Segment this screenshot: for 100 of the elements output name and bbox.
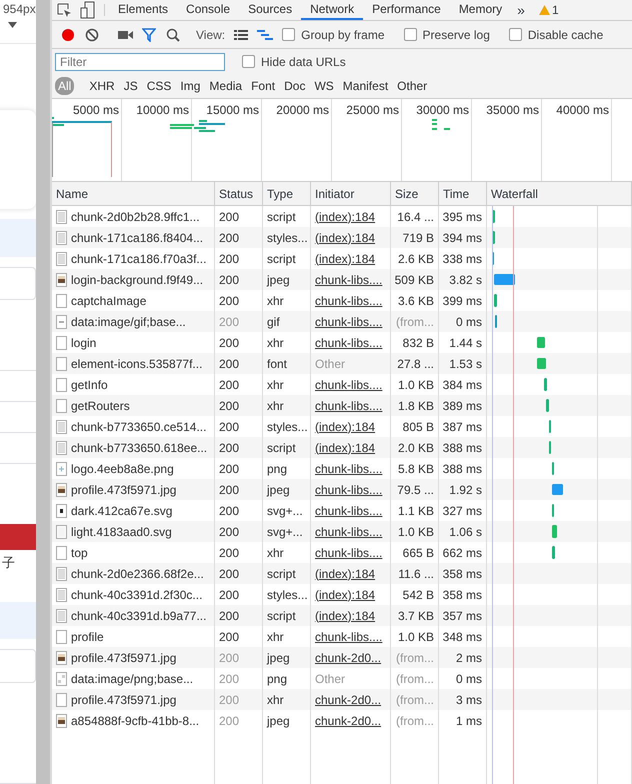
column-header[interactable]: Initiator <box>311 182 391 205</box>
request-name[interactable]: chunk-b7733650.618ee... <box>71 440 208 454</box>
image-icon <box>56 272 67 286</box>
request-name[interactable]: chunk-40c3391d.b9a77... <box>71 608 206 622</box>
panel-tab[interactable]: Memory <box>450 0 512 20</box>
column-header[interactable]: Type <box>263 182 311 205</box>
initiator-link[interactable]: chunk-libs.... <box>315 630 382 644</box>
initiator-link[interactable]: (index):184 <box>315 210 376 224</box>
size-text: 2.6 KB <box>398 252 434 266</box>
checkbox[interactable]: Disable cache <box>504 28 608 42</box>
checkbox[interactable]: Group by frame <box>277 28 390 42</box>
request-name[interactable]: getInfo <box>71 378 108 392</box>
caret-icon[interactable] <box>8 22 17 28</box>
more-tabs-button[interactable]: » <box>511 0 531 20</box>
type-filter[interactable]: Manifest <box>340 77 392 95</box>
initiator-link[interactable]: (index):184 <box>315 588 376 602</box>
waterfall-bar <box>494 294 497 307</box>
checkbox[interactable]: Hide data URLs <box>237 54 351 68</box>
request-name[interactable]: element-icons.535877f... <box>71 356 202 370</box>
request-name[interactable]: profile.473f5971.jpg <box>71 650 176 664</box>
input-field[interactable] <box>0 649 36 683</box>
initiator-link[interactable]: chunk-libs.... <box>315 378 382 392</box>
request-name[interactable]: data:image/gif;base... <box>71 314 186 328</box>
request-name[interactable]: chunk-2d0e2366.68f2e... <box>71 566 204 580</box>
request-name[interactable]: chunk-171ca186.f70a3f... <box>71 252 206 266</box>
type-filter[interactable]: Font <box>248 77 278 95</box>
initiator-link[interactable]: chunk-libs.... <box>315 272 382 286</box>
page-text: 子 <box>2 554 16 572</box>
time-text: 3.82 s <box>449 272 482 286</box>
size-text: 27.8 ... <box>397 356 434 370</box>
type-filter[interactable]: XHR <box>86 77 118 95</box>
initiator-link[interactable]: chunk-2d0... <box>315 714 382 728</box>
request-name[interactable]: captchaImage <box>71 294 146 308</box>
request-name[interactable]: a854888f-9cfb-41bb-8... <box>71 714 200 728</box>
time-text: 327 ms <box>442 504 482 518</box>
time-text: 395 ms <box>442 210 482 224</box>
initiator-link[interactable]: chunk-libs.... <box>315 504 382 518</box>
request-name[interactable]: profile <box>71 630 104 644</box>
initiator-link[interactable]: (index):184 <box>315 608 376 622</box>
initiator-link[interactable]: chunk-libs.... <box>315 314 382 328</box>
document-icon <box>56 608 67 622</box>
initiator-link[interactable]: (index):184 <box>315 230 376 244</box>
initiator-link[interactable]: chunk-2d0... <box>315 692 382 706</box>
warning-counter[interactable]: 1 <box>530 0 559 20</box>
filter-field[interactable]: Filter <box>55 52 225 70</box>
checkbox[interactable]: Preserve log <box>398 28 495 42</box>
column-header[interactable]: Size <box>391 182 439 205</box>
type-filter[interactable]: JS <box>120 77 141 95</box>
initiator-link[interactable]: chunk-libs.... <box>315 294 382 308</box>
type-filter[interactable]: Img <box>177 77 204 95</box>
size-text: 1.8 KB <box>398 398 434 412</box>
waterfall-bar <box>546 399 549 412</box>
request-name[interactable]: profile.473f5971.jpg <box>71 482 176 496</box>
type-filter[interactable]: Media <box>206 77 246 95</box>
initiator-link[interactable]: chunk-libs.... <box>315 524 382 538</box>
type-filter[interactable]: Doc <box>281 77 308 95</box>
initiator-link[interactable]: chunk-2d0... <box>315 650 382 664</box>
size-text: 1.0 KB <box>398 630 434 644</box>
request-name[interactable]: login <box>71 336 96 350</box>
initiator-link[interactable]: (index):184 <box>315 420 376 434</box>
time-text: 1.44 s <box>449 336 482 350</box>
initiator-link[interactable]: (index):184 <box>315 566 376 580</box>
initiator-link[interactable]: (index):184 <box>315 440 376 454</box>
column-header[interactable]: Status <box>215 182 263 205</box>
request-name[interactable]: chunk-40c3391d.2f30c... <box>71 588 202 602</box>
request-name[interactable]: chunk-2d0b2b28.9ffc1... <box>71 210 200 224</box>
request-name[interactable]: logo.4eeb8a8e.png <box>71 462 174 476</box>
panel-tab[interactable]: Console <box>177 0 240 20</box>
request-name[interactable]: chunk-171ca186.f8404... <box>71 230 204 244</box>
input-field[interactable] <box>0 266 36 300</box>
scrollbar[interactable] <box>36 0 52 784</box>
initiator-link[interactable]: chunk-libs.... <box>315 546 382 560</box>
request-name[interactable]: chunk-b7733650.ce514... <box>71 420 206 434</box>
type-filter[interactable]: WS <box>311 77 337 95</box>
panel-tab[interactable]: Sources <box>239 0 302 20</box>
type-filter[interactable]: CSS <box>144 77 174 95</box>
panel-tab[interactable]: Performance <box>363 0 450 20</box>
initiator-link[interactable]: chunk-libs.... <box>315 482 382 496</box>
resource-type: png <box>267 462 288 476</box>
request-name[interactable]: data:image/png;base... <box>71 672 194 686</box>
column-header[interactable]: Name <box>52 182 215 205</box>
status-code: 200 <box>219 272 240 286</box>
type-filter[interactable]: Other <box>394 77 430 95</box>
panel-tab[interactable]: Elements <box>109 0 178 20</box>
request-name[interactable]: getRouters <box>71 398 130 412</box>
request-name[interactable]: light.4183aad0.svg <box>71 524 172 538</box>
column-header[interactable]: Time <box>439 182 487 205</box>
resource-type: xhr <box>267 546 284 560</box>
initiator-link[interactable]: (index):184 <box>315 252 376 266</box>
request-name[interactable]: top <box>71 546 88 560</box>
request-name[interactable]: profile.473f5971.jpg <box>71 692 176 706</box>
initiator-link[interactable]: chunk-libs.... <box>315 398 382 412</box>
broken-image-icon <box>56 672 67 686</box>
request-name[interactable]: dark.412ca67e.svg <box>71 504 172 518</box>
request-name[interactable]: login-background.f9f49... <box>71 272 204 286</box>
initiator-link[interactable]: chunk-libs.... <box>315 336 382 350</box>
resource-type: xhr <box>267 378 284 392</box>
initiator-link[interactable]: chunk-libs.... <box>315 462 382 476</box>
column-header[interactable]: Waterfall <box>487 182 632 205</box>
time-text: 384 ms <box>442 378 482 392</box>
